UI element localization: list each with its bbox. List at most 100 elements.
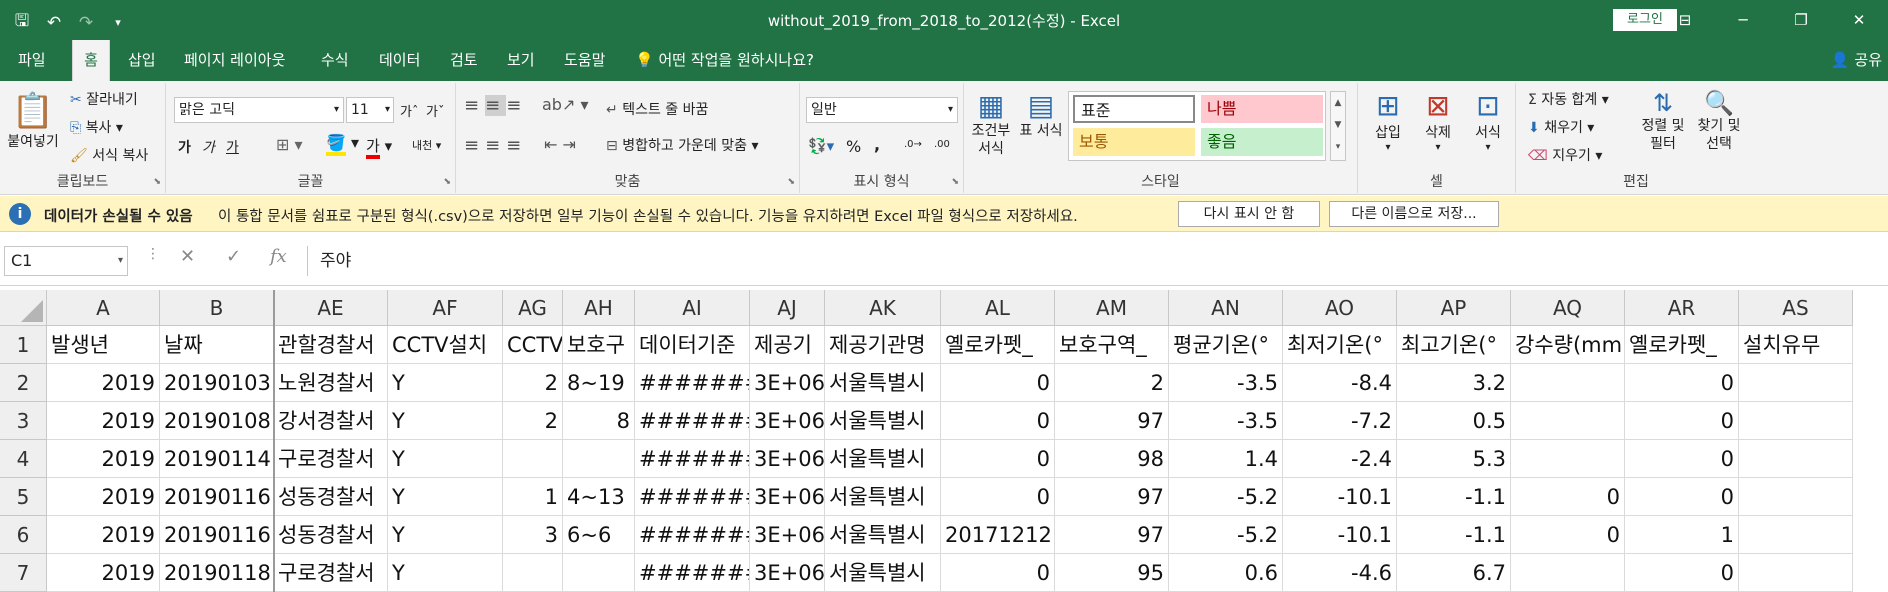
fill-color-icon[interactable]: 🪣 ▾ [326,133,359,156]
cell-ai6[interactable]: ####### [635,516,750,554]
cell-ap5[interactable]: -1.1 [1397,478,1511,516]
cell-al3[interactable]: 0 [941,402,1055,440]
row-header-1[interactable]: 1 [0,326,47,364]
cell-aj3[interactable]: 3E+06 [750,402,825,440]
column-header-al[interactable]: AL [941,290,1055,326]
orientation-icon[interactable]: ab↗ ▾ [542,95,588,114]
percent-button[interactable]: % [846,137,861,156]
gallery-scroll-icon[interactable]: ▲ ▼ ▾ [1330,91,1346,161]
cell-ar4[interactable]: 0 [1625,440,1739,478]
cell-am3[interactable]: 97 [1055,402,1169,440]
cell-af4[interactable]: Y [388,440,503,478]
cell-aj5[interactable]: 3E+06 [750,478,825,516]
delete-cells-button[interactable]: ⊠ 삭제 ▾ [1416,89,1460,153]
cell-aq7[interactable] [1511,554,1625,592]
cell-al7[interactable]: 0 [941,554,1055,592]
cell-ae5[interactable]: 성동경찰서 [274,478,388,516]
cell-an5[interactable]: -5.2 [1169,478,1283,516]
cell-as5[interactable] [1739,478,1853,516]
format-cells-button[interactable]: ⊡ 서식 ▾ [1466,89,1510,153]
cell-an2[interactable]: -3.5 [1169,364,1283,402]
cell-ap6[interactable]: -1.1 [1397,516,1511,554]
close-icon[interactable]: ✕ [1830,0,1888,40]
cell-a3[interactable]: 2019 [47,402,160,440]
cell-b2[interactable]: 20190103 [160,364,274,402]
row-header-7[interactable]: 7 [0,554,47,592]
cell-b7[interactable]: 20190118 [160,554,274,592]
cell-ak4[interactable]: 서울특별시 [825,440,941,478]
column-header-ar[interactable]: AR [1625,290,1739,326]
clear-button[interactable]: ⌫ 지우기 ▾ [1528,145,1602,165]
comma-button[interactable]: , [874,135,880,154]
cell-al1[interactable]: 옐로카펫_ [941,326,1055,364]
cell-as7[interactable] [1739,554,1853,592]
cell-ap4[interactable]: 5.3 [1397,440,1511,478]
cell-aj7[interactable]: 3E+06 [750,554,825,592]
row-header-6[interactable]: 6 [0,516,47,554]
cell-ah6[interactable]: 6~6 [563,516,635,554]
cell-ai1[interactable]: 데이터기준 [635,326,750,364]
cell-al5[interactable]: 0 [941,478,1055,516]
underline-button[interactable]: 가 [226,137,239,157]
style-standard[interactable]: 표준 [1073,95,1195,123]
dont-show-again-button[interactable]: 다시 표시 안 함 [1178,201,1320,227]
format-painter-button[interactable]: 🖌 서식 복사 [70,145,148,165]
customize-icon[interactable]: ▾ [106,16,130,29]
cell-ak6[interactable]: 서울특별시 [825,516,941,554]
cell-a5[interactable]: 2019 [47,478,160,516]
cell-ai5[interactable]: ####### [635,478,750,516]
cell-ar7[interactable]: 0 [1625,554,1739,592]
cell-ae2[interactable]: 노원경찰서 [274,364,388,402]
cell-ag5[interactable]: 1 [503,478,563,516]
tab-view[interactable]: 보기 [507,40,535,81]
cell-ao3[interactable]: -7.2 [1283,402,1397,440]
cell-ao1[interactable]: 최저기온(° [1283,326,1397,364]
row-header-4[interactable]: 4 [0,440,47,478]
cell-aj2[interactable]: 3E+06 [750,364,825,402]
cell-b3[interactable]: 20190108 [160,402,274,440]
column-header-ae[interactable]: AE [274,290,388,326]
format-table-button[interactable]: ▤ 표 서식 [1018,89,1064,140]
row-header-3[interactable]: 3 [0,402,47,440]
column-header-ag[interactable]: AG [503,290,563,326]
share-button[interactable]: 👤 공유 [1831,40,1882,81]
save-as-button[interactable]: 다른 이름으로 저장... [1329,201,1499,227]
cell-ag6[interactable]: 3 [503,516,563,554]
cell-a2[interactable]: 2019 [47,364,160,402]
cell-a1[interactable]: 발생년 [47,326,160,364]
cancel-icon[interactable]: ✕ [180,246,195,267]
cell-aq4[interactable] [1511,440,1625,478]
cell-an3[interactable]: -3.5 [1169,402,1283,440]
cell-am5[interactable]: 97 [1055,478,1169,516]
tab-home[interactable]: 홈 [72,40,110,81]
cell-ao6[interactable]: -10.1 [1283,516,1397,554]
cell-b5[interactable]: 20190116 [160,478,274,516]
cell-ar6[interactable]: 1 [1625,516,1739,554]
cell-ai7[interactable]: ####### [635,554,750,592]
cell-as3[interactable] [1739,402,1853,440]
column-header-aj[interactable]: AJ [750,290,825,326]
cell-am6[interactable]: 97 [1055,516,1169,554]
column-header-ao[interactable]: AO [1283,290,1397,326]
column-header-as[interactable]: AS [1739,290,1853,326]
column-header-ap[interactable]: AP [1397,290,1511,326]
cell-ae1[interactable]: 관할경찰서 [274,326,388,364]
font-color-button[interactable]: 가 ▾ [366,135,392,159]
italic-button[interactable]: 가 [202,137,215,157]
column-header-a[interactable]: A [47,290,160,326]
vertical-align-icons[interactable]: ≡≡≡ [464,95,527,116]
column-header-am[interactable]: AM [1055,290,1169,326]
cell-ar1[interactable]: 옐로카펫_ [1625,326,1739,364]
cell-ah2[interactable]: 8~19 [563,364,635,402]
style-bad[interactable]: 나쁨 [1201,95,1323,123]
style-normal[interactable]: 보통 [1073,128,1195,156]
enter-icon[interactable]: ✓ [226,246,241,267]
cell-aq2[interactable] [1511,364,1625,402]
cut-button[interactable]: ✂ 잘라내기 [70,89,138,109]
tab-help[interactable]: 도움말 [564,40,605,81]
cell-ag3[interactable]: 2 [503,402,563,440]
column-header-ai[interactable]: AI [635,290,750,326]
cell-al4[interactable]: 0 [941,440,1055,478]
cell-ah1[interactable]: 보호구 [563,326,635,364]
column-header-af[interactable]: AF [388,290,503,326]
